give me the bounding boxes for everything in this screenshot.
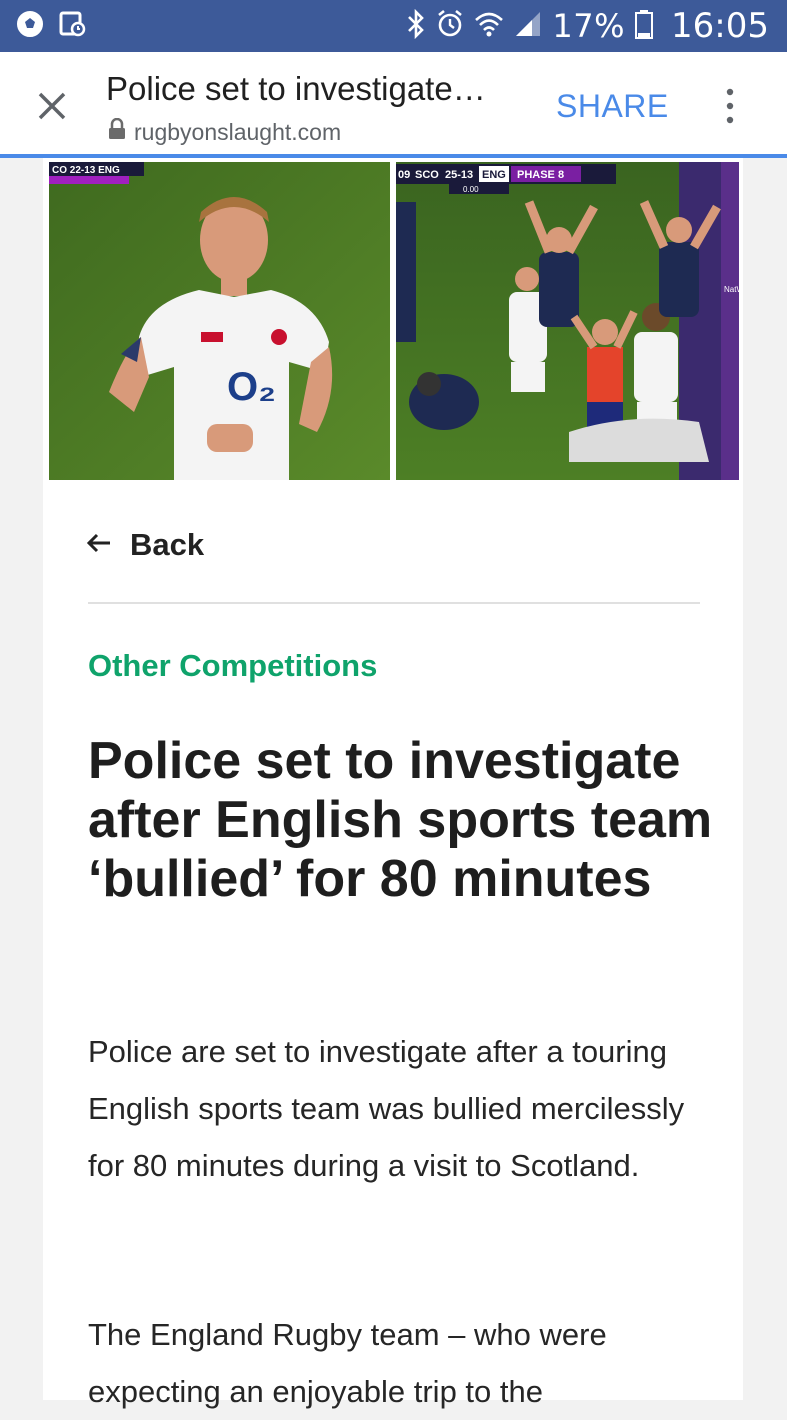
article-paragraph-2: The England Rugby team – who were expect… — [88, 1317, 607, 1409]
page-url: rugbyonslaught.com — [134, 118, 342, 145]
url-bar[interactable]: rugbyonslaught.com — [108, 117, 342, 146]
soccer-ball-icon — [16, 10, 44, 43]
category-link[interactable]: Other Competitions — [88, 648, 377, 684]
lock-icon — [108, 117, 126, 146]
hero-image: CO 22-13 ENG O₂ 09 SCO 25-13 ENG PHASE 8… — [49, 162, 755, 480]
right-scoreboard-away: ENG — [482, 169, 506, 181]
wifi-icon — [474, 10, 504, 43]
sponsor-board: NatWest — [724, 285, 739, 294]
clock: 16:05 — [671, 6, 769, 46]
status-right: 17% 16:05 — [406, 6, 769, 46]
back-link[interactable]: Back — [86, 527, 204, 563]
article-paragraph-1: Police are set to investigate after a to… — [88, 1034, 685, 1183]
share-button[interactable]: SHARE — [556, 88, 669, 125]
left-scoreboard: CO 22-13 ENG — [52, 165, 120, 176]
right-photo: 09 SCO 25-13 ENG PHASE 8 0.00 NatWest — [396, 162, 755, 480]
right-scoreboard-score: 25-13 — [445, 169, 473, 181]
alarm-icon — [436, 9, 464, 44]
bluetooth-icon — [406, 8, 426, 44]
right-scoreboard-home: SCO — [415, 169, 439, 181]
divider — [88, 602, 700, 604]
battery-icon — [635, 9, 654, 44]
more-vert-icon[interactable] — [722, 86, 738, 126]
battery-percent: 17% — [552, 7, 626, 45]
right-scoreboard-prefix: 09 — [398, 169, 410, 181]
close-icon[interactable] — [32, 86, 72, 126]
jersey-sponsor: O₂ — [227, 365, 276, 409]
back-label: Back — [130, 527, 205, 562]
left-photo: CO 22-13 ENG O₂ — [49, 162, 390, 480]
right-scoreboard-clock: 0.00 — [463, 185, 479, 194]
article-headline: Police set to investigate after English … — [88, 732, 713, 908]
gallery-icon — [58, 10, 86, 43]
page-title: Police set to investigate… — [106, 70, 486, 107]
custom-tab-toolbar: Police set to investigate… rugbyonslaugh… — [0, 52, 787, 158]
status-bar: 17% 16:05 — [0, 0, 787, 52]
arrow-left-icon — [86, 533, 112, 558]
right-scoreboard-phase: PHASE 8 — [517, 169, 564, 181]
status-left — [16, 10, 86, 43]
signal-icon — [514, 10, 542, 43]
